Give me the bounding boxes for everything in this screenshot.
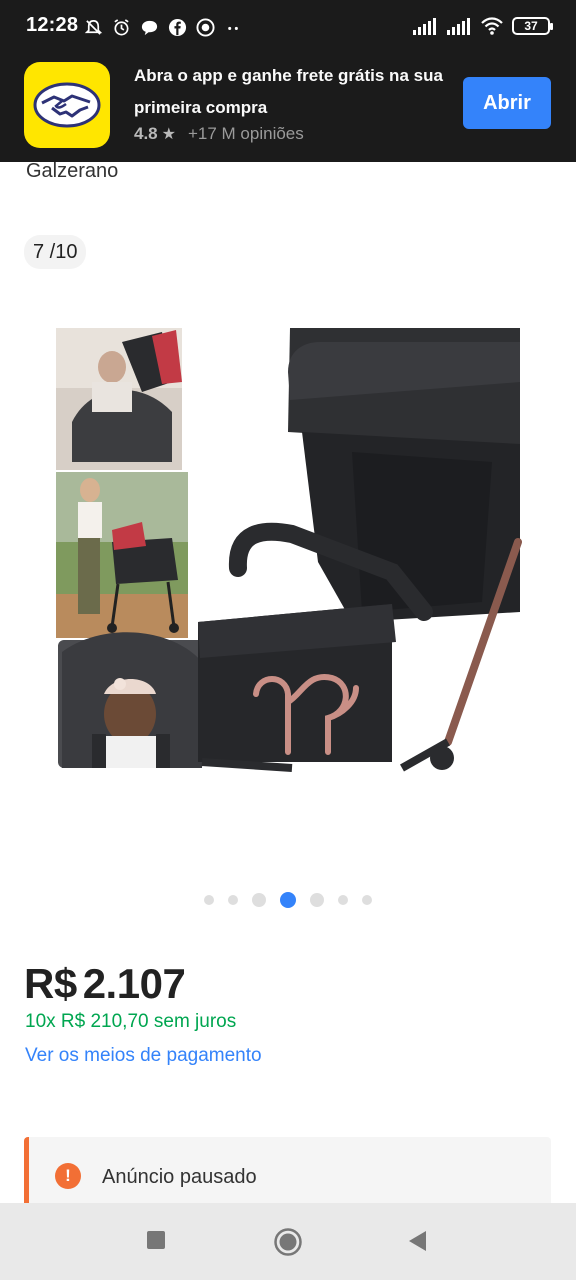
facebook-icon xyxy=(168,18,187,36)
signal-icon xyxy=(413,18,436,35)
navigation-bar xyxy=(0,1203,576,1280)
carousel-dot[interactable] xyxy=(204,895,214,905)
carousel-dots xyxy=(0,892,576,908)
signal-icon-2 xyxy=(447,18,470,35)
collage-photo-car-seat xyxy=(56,328,182,470)
carousel-dot[interactable] xyxy=(310,893,324,907)
product-title: Galzerano xyxy=(26,160,119,182)
collage-photo-woman xyxy=(56,472,188,638)
back-triangle-icon[interactable] xyxy=(406,1229,430,1253)
handshake-icon xyxy=(33,82,101,128)
record-icon xyxy=(196,17,215,37)
system-status-icons: 37 xyxy=(412,16,553,36)
star-icon: ★ xyxy=(161,126,176,143)
price-value: 2.107 xyxy=(82,960,186,1007)
more-dots-icon xyxy=(228,26,238,30)
carousel-dot[interactable] xyxy=(252,893,266,907)
product-price: R$ 2.107 xyxy=(24,960,186,1008)
product-image[interactable] xyxy=(52,322,522,772)
carousel-dot[interactable] xyxy=(362,895,372,905)
mercado-livre-logo xyxy=(24,62,110,148)
chat-icon xyxy=(141,20,158,35)
app-banner: Abra o app e ganhe frete grátis na sua p… xyxy=(0,52,576,162)
carousel-dot[interactable] xyxy=(338,895,348,905)
image-counter: 7 /10 xyxy=(24,235,87,269)
carousel-dot-active[interactable] xyxy=(280,892,296,908)
collage-photo-stroller xyxy=(198,328,522,772)
carousel-dot[interactable] xyxy=(228,895,238,905)
wifi-icon xyxy=(481,17,503,35)
price-currency: R$ xyxy=(24,960,77,1007)
warning-icon: ! xyxy=(55,1163,81,1189)
battery-icon: 37 xyxy=(512,17,553,35)
notification-icons xyxy=(84,16,243,38)
rating-value: 4.8 xyxy=(134,124,158,143)
mute-icon xyxy=(84,19,103,35)
stroller-photo-collage xyxy=(56,328,522,772)
installments-text: 10x R$ 210,70 sem juros xyxy=(25,1011,237,1032)
home-circle-icon[interactable] xyxy=(273,1227,303,1257)
notice-text: Anúncio pausado xyxy=(102,1166,257,1188)
collage-photo-baby xyxy=(58,632,204,768)
alarm-icon xyxy=(114,18,129,35)
status-bar: 12:28 37 xyxy=(0,0,576,52)
open-app-button[interactable]: Abrir xyxy=(463,77,551,129)
banner-message: Abra o app e ganhe frete grátis na sua p… xyxy=(134,66,443,117)
app-rating: 4.8 ★ +17 M opiniões xyxy=(134,124,304,144)
payment-methods-link[interactable]: Ver os meios de pagamento xyxy=(25,1045,262,1067)
review-count: +17 M opiniões xyxy=(187,124,304,143)
recents-square-icon[interactable] xyxy=(145,1229,167,1251)
status-time: 12:28 xyxy=(26,14,79,36)
